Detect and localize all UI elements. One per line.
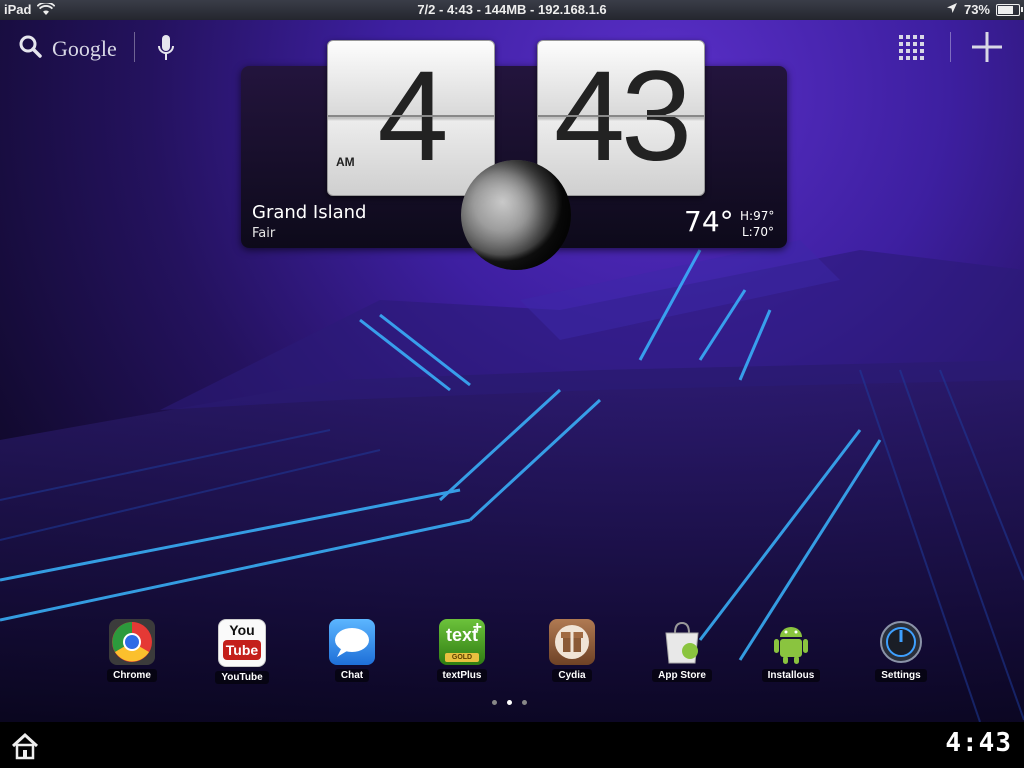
app-chrome[interactable]: Chrome xyxy=(87,619,177,683)
system-bar xyxy=(0,722,1024,768)
app-textplus[interactable]: text + GOLD textPlus xyxy=(417,619,507,683)
google-search-bar[interactable]: Google xyxy=(18,34,117,63)
textplus-icon: text + GOLD xyxy=(439,619,485,665)
weather-temperature: 74° xyxy=(684,205,734,238)
youtube-icon-text-bottom: Tube xyxy=(223,640,261,660)
app-label: Chrome xyxy=(107,669,157,682)
microphone-icon[interactable] xyxy=(158,34,174,67)
toolbar-divider xyxy=(950,32,951,62)
moon-icon xyxy=(461,160,571,270)
app-installous[interactable]: Installous xyxy=(746,619,836,683)
app-cydia[interactable]: Cydia xyxy=(527,619,617,683)
clock-ampm: AM xyxy=(336,155,355,169)
app-label: textPlus xyxy=(436,669,488,682)
textplus-gold-badge: GOLD xyxy=(445,653,479,662)
app-label: Settings xyxy=(875,669,927,682)
weather-city: Grand Island xyxy=(252,202,367,223)
android-icon xyxy=(768,619,814,665)
app-label: Chat xyxy=(334,669,370,682)
youtube-icon-text-top: You xyxy=(229,622,255,638)
page-indicator xyxy=(492,700,527,705)
battery-icon xyxy=(996,3,1023,16)
app-grid-icon[interactable] xyxy=(898,34,926,67)
home-icon[interactable] xyxy=(11,732,39,765)
search-icon xyxy=(18,34,42,63)
app-app-store[interactable]: App Store xyxy=(637,619,727,683)
app-label: Installous xyxy=(761,669,821,682)
page-dot[interactable] xyxy=(492,700,497,705)
app-label: Cydia xyxy=(552,669,592,682)
plus-icon: + xyxy=(472,619,482,636)
settings-icon xyxy=(878,619,924,665)
app-youtube[interactable]: You Tube YouTube xyxy=(197,619,287,685)
youtube-icon: You Tube xyxy=(218,619,266,667)
weather-low: L:70° xyxy=(742,225,774,239)
add-icon[interactable] xyxy=(970,30,1004,69)
page-dot-active[interactable] xyxy=(507,700,512,705)
battery-percent: 73% xyxy=(963,2,990,17)
clock-hour-card: 4 AM xyxy=(327,40,495,196)
app-chat[interactable]: Chat xyxy=(307,619,397,683)
page-dot[interactable] xyxy=(522,700,527,705)
chrome-icon xyxy=(109,619,155,665)
weather-condition: Fair xyxy=(252,226,276,241)
app-label: YouTube xyxy=(215,671,269,684)
clock-minute: 43 xyxy=(553,45,692,188)
location-arrow-icon xyxy=(946,2,958,17)
system-clock: 4:43 xyxy=(945,728,1012,758)
search-divider xyxy=(134,32,135,62)
app-store-icon xyxy=(659,619,705,665)
app-settings[interactable]: Settings xyxy=(856,619,946,683)
clock-minute-card: 43 xyxy=(537,40,705,196)
google-label: Google xyxy=(52,35,117,61)
app-label: App Store xyxy=(652,669,712,682)
cydia-icon xyxy=(549,619,595,665)
status-center-text: 7/2 - 4:43 - 144MB - 192.168.1.6 xyxy=(417,2,607,17)
battery-fill xyxy=(998,5,1013,14)
chat-icon xyxy=(329,619,375,665)
status-bar: iPad 7/2 - 4:43 - 144MB - 192.168.1.6 73… xyxy=(0,0,1024,20)
weather-high: H:97° xyxy=(740,209,775,223)
